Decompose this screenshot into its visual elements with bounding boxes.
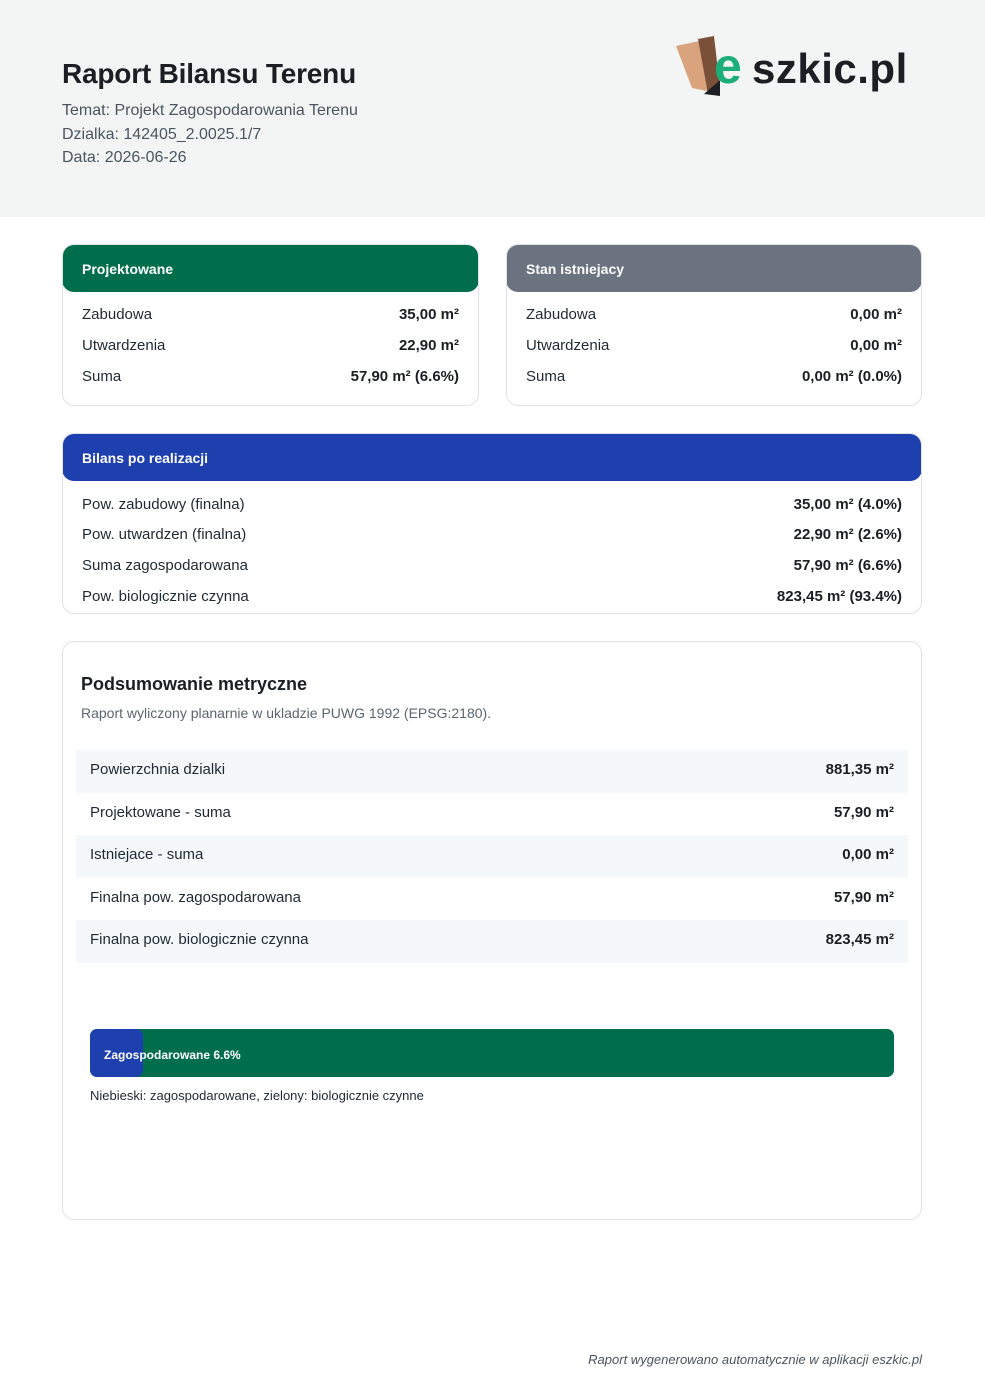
row-value: 35,00 m² (4.0%)	[793, 496, 902, 513]
projected-row-building: Zabudowa 35,00 m²	[82, 306, 459, 328]
row-value: 0,00 m²	[850, 337, 902, 354]
table-row: Powierzchnia dzialki 881,35 m²	[76, 750, 908, 793]
row-label: Powierzchnia dzialki	[90, 761, 226, 778]
table-row: Finalna pow. biologicznie czynna 823,45 …	[76, 920, 908, 963]
row-label: Istniejace - suma	[90, 846, 204, 864]
row-value: 35,00 m²	[398, 306, 459, 323]
report-header: Raport Bilansu Terenu Temat: Projekt Zag…	[0, 0, 985, 217]
eszkic-logo: e szkic.pl	[674, 34, 924, 100]
row-label: Utwardzenia	[526, 337, 610, 354]
report-title: Raport Bilansu Terenu	[62, 58, 356, 89]
row-value: 0,00 m²	[850, 306, 902, 323]
row-value: 57,90 m² (6.6%)	[793, 557, 902, 574]
row-label: Utwardzenia	[82, 337, 166, 354]
row-label: Pow. zabudowy (finalna)	[82, 496, 245, 513]
existing-card-title: Stan istniejacy	[507, 245, 921, 292]
report-parcel: Dzialka: 142405_2.0025.1/7	[62, 126, 262, 143]
row-label: Zabudowa	[82, 306, 153, 323]
report-topic: Temat: Projekt Zagospodarowania Terenu	[62, 102, 358, 119]
row-label: Finalna pow. zagospodarowana	[90, 888, 301, 906]
row-value: 57,90 m² (6.6%)	[350, 368, 459, 385]
projected-card: Projektowane Zabudowa 35,00 m² Utwardzen…	[62, 244, 479, 406]
summary-card: Podsumowanie metryczne Raport wyliczony …	[62, 641, 922, 1220]
table-row: Finalna pow. zagospodarowana 57,90 m²	[76, 878, 908, 921]
balance-card: Bilans po realizacji Pow. zabudowy (fina…	[62, 433, 922, 614]
balance-row-bio: Pow. biologicznie czynna 823,45 m² (93.4…	[82, 588, 902, 610]
row-label: Zabudowa	[526, 306, 597, 323]
summary-title: Podsumowanie metryczne	[81, 674, 308, 694]
projected-row-paving: Utwardzenia 22,90 m²	[82, 337, 459, 359]
balance-card-title: Bilans po realizacji	[63, 434, 921, 481]
row-label: Projektowane - suma	[90, 803, 231, 821]
row-label: Suma zagospodarowana	[82, 557, 248, 574]
row-label: Suma	[526, 368, 566, 385]
row-label: Suma	[82, 368, 122, 385]
row-value: 22,90 m² (2.6%)	[793, 526, 902, 543]
summary-table: Powierzchnia dzialki 881,35 m² Projektow…	[76, 750, 908, 963]
row-value: 0,00 m² (0.0%)	[801, 368, 902, 385]
balance-row-paving: Pow. utwardzen (finalna) 22,90 m² (2.6%)	[82, 526, 902, 548]
row-value: 823,45 m² (93.4%)	[776, 588, 902, 605]
balance-row-developed: Suma zagospodarowana 57,90 m² (6.6%)	[82, 557, 902, 579]
balance-row-building: Pow. zabudowy (finalna) 35,00 m² (4.0%)	[82, 496, 902, 518]
row-value: 57,90 m²	[833, 803, 894, 821]
land-use-bar: Zagospodarowane 6.6%	[90, 1029, 894, 1077]
existing-row-total: Suma 0,00 m² (0.0%)	[526, 368, 902, 390]
report-date: Data: 2026-06-26	[62, 149, 187, 166]
row-value: 57,90 m²	[833, 888, 894, 906]
projected-row-total: Suma 57,90 m² (6.6%)	[82, 368, 459, 390]
summary-subtitle: Raport wyliczony planarnie w ukladzie PU…	[81, 705, 492, 721]
existing-card: Stan istniejacy Zabudowa 0,00 m² Utwardz…	[506, 244, 922, 406]
row-label: Finalna pow. biologicznie czynna	[90, 931, 309, 949]
existing-row-building: Zabudowa 0,00 m²	[526, 306, 902, 328]
logo-e-letter: e	[714, 38, 742, 94]
row-value: 881,35 m²	[825, 761, 894, 778]
logo-wordmark: szkic.pl	[752, 45, 908, 92]
table-row: Projektowane - suma 57,90 m²	[76, 793, 908, 836]
row-value: 823,45 m²	[825, 931, 894, 949]
row-value: 22,90 m²	[398, 337, 459, 354]
existing-row-paving: Utwardzenia 0,00 m²	[526, 337, 902, 359]
row-value: 0,00 m²	[842, 846, 894, 864]
bar-legend: Niebieski: zagospodarowane, zielony: bio…	[90, 1088, 424, 1103]
row-label: Pow. biologicznie czynna	[82, 588, 249, 605]
projected-card-title: Projektowane	[63, 245, 478, 292]
developed-bar-label: Zagospodarowane 6.6%	[104, 1048, 241, 1062]
table-row: Istniejace - suma 0,00 m²	[76, 835, 908, 878]
report-footer: Raport wygenerowano automatycznie w apli…	[588, 1352, 922, 1367]
row-label: Pow. utwardzen (finalna)	[82, 526, 247, 543]
